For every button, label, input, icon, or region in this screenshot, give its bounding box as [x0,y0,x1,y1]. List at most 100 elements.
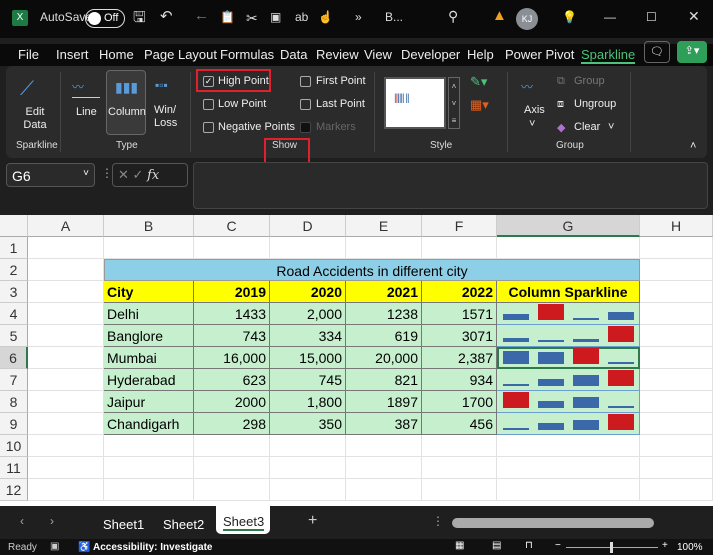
edit-data-button[interactable]: Edit Data [18,106,52,132]
cell[interactable] [640,303,713,325]
type-column-button[interactable]: ▮▮▮ Column [106,70,146,135]
cell[interactable] [270,237,346,259]
search-icon[interactable]: ⚲ [448,8,458,25]
sparkline-cell[interactable] [497,413,640,435]
tab-splitter-icon[interactable]: ⋮ [432,514,444,528]
column-header-C[interactable]: C [194,215,270,237]
tab-insert[interactable]: Insert [56,47,89,62]
cell[interactable] [270,457,346,479]
marker-color-icon[interactable]: ▦▾ [470,97,489,113]
axis-dropdown-icon[interactable]: ˅ [529,118,535,130]
column-header-A[interactable]: A [28,215,104,237]
column-header-E[interactable]: E [346,215,422,237]
row-header-5[interactable]: 5 [0,325,28,347]
sparkline-cell[interactable] [497,347,640,369]
select-all-corner[interactable] [0,215,28,237]
undo-icon[interactable]: ↶ [160,7,173,25]
name-box[interactable]: G6 ˅ [6,163,95,187]
cell[interactable] [194,457,270,479]
insert-function-button[interactable]: fx [147,168,159,183]
cell[interactable] [640,281,713,303]
cell[interactable] [422,457,497,479]
type-win-loss-button[interactable]: Win/ Loss [154,104,180,130]
row-header-4[interactable]: 4 [0,303,28,325]
cell[interactable] [28,303,104,325]
sheet-tab-sheet2[interactable]: Sheet2 [163,517,204,532]
cell[interactable] [104,457,194,479]
clear-button[interactable]: Clear [574,121,600,133]
page-break-view-icon[interactable]: ⊓ [525,540,533,551]
horizontal-scrollbar[interactable] [452,518,654,528]
close-icon[interactable]: ✕ [688,8,700,25]
cell[interactable] [346,457,422,479]
cell[interactable] [640,369,713,391]
cell[interactable] [640,479,713,501]
sparkline-cell[interactable] [497,391,640,413]
accessibility-status[interactable]: Accessibility: Investigate [93,542,213,553]
cell[interactable] [104,479,194,501]
add-sheet-icon[interactable]: + [308,512,317,530]
cell[interactable] [28,281,104,303]
next-sheet-icon[interactable]: › [50,514,54,528]
first-point-checkbox[interactable] [300,76,311,87]
cell[interactable] [28,457,104,479]
minimize-icon[interactable]: — [604,10,616,24]
cell[interactable] [640,457,713,479]
warning-icon[interactable]: ▲ [492,7,507,24]
save-icon[interactable]: 🖫 [133,7,146,32]
tab-sparkline[interactable]: Sparkline [581,47,636,64]
row-header-7[interactable]: 7 [0,369,28,391]
tab-page-layout[interactable]: Page Layout [144,47,217,62]
cell[interactable] [497,237,640,259]
normal-view-icon[interactable]: ▦ [455,540,464,551]
tab-review[interactable]: Review [316,47,359,62]
prev-sheet-icon[interactable]: ‹ [20,514,24,528]
cell[interactable] [497,479,640,501]
formula-input[interactable] [193,162,708,209]
column-header-G[interactable]: G [497,215,640,237]
cell[interactable] [270,479,346,501]
cell[interactable] [270,435,346,457]
cell[interactable] [640,391,713,413]
more-commands[interactable]: » [355,10,362,24]
comments-button[interactable]: 🗨 [644,41,670,63]
cell[interactable] [640,347,713,369]
row-header-6[interactable]: 6 [0,347,28,369]
tab-developer[interactable]: Developer [401,47,460,62]
cell[interactable] [28,413,104,435]
type-line-button[interactable]: Line [76,106,97,118]
cell[interactable] [346,479,422,501]
cell[interactable] [104,237,194,259]
cell[interactable] [28,347,104,369]
last-point-checkbox[interactable] [300,99,311,110]
sparkline-cell[interactable] [497,303,640,325]
cell[interactable] [28,391,104,413]
tab-file[interactable]: File [18,47,39,62]
column-header-B[interactable]: B [104,215,194,237]
tab-view[interactable]: View [364,47,392,62]
cell[interactable] [422,435,497,457]
sparkline-cell[interactable] [497,369,640,391]
row-header-8[interactable]: 8 [0,391,28,413]
spelling-icon[interactable]: ab [295,10,308,24]
style-gallery-preview[interactable]: |||||| || [384,77,446,129]
cell[interactable] [640,413,713,435]
cell[interactable] [28,237,104,259]
tab-home[interactable]: Home [99,47,134,62]
cell[interactable] [28,369,104,391]
cell[interactable] [422,479,497,501]
lightbulb-icon[interactable]: 💡 [562,10,577,24]
sheet-tab-sheet3[interactable]: Sheet3 [216,506,270,534]
avatar[interactable]: KJ [516,8,538,30]
column-header-H[interactable]: H [640,215,713,237]
tab-data[interactable]: Data [280,47,307,62]
column-header-F[interactable]: F [422,215,497,237]
cell[interactable] [194,237,270,259]
row-header-12[interactable]: 12 [0,479,28,501]
sparkline-cell[interactable] [497,325,640,347]
row-header-11[interactable]: 11 [0,457,28,479]
cell[interactable] [28,479,104,501]
style-gallery-scroll[interactable]: ˄ ˅ ≡ [448,77,460,129]
cut-icon[interactable]: ✂ [246,10,258,27]
cell[interactable] [194,435,270,457]
